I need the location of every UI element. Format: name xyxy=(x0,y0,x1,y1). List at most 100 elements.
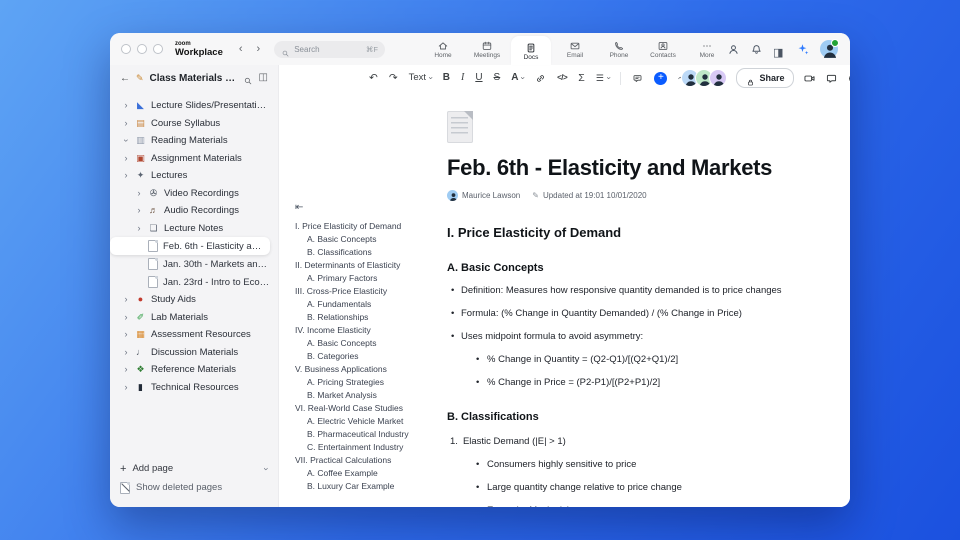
toc-item[interactable]: A. Basic Concepts xyxy=(295,233,441,246)
sidebar-folder-item[interactable]: › ✐ Lab Materials xyxy=(110,309,278,327)
tab-email[interactable]: Email xyxy=(555,33,595,65)
toc-item[interactable]: A. Electric Vehicle Market xyxy=(295,415,441,428)
toc-item[interactable]: VI. Real-World Case Studies xyxy=(295,402,441,415)
text-color-dropdown[interactable]: A › xyxy=(511,73,528,83)
chevron-right-icon[interactable]: › xyxy=(122,101,130,110)
close-window-button[interactable] xyxy=(121,44,131,54)
toc-item[interactable]: A. Pricing Strategies xyxy=(295,376,441,389)
sidebar-folder-item[interactable]: › ✦ Lectures xyxy=(110,167,278,185)
add-page-button[interactable]: + Add page › xyxy=(120,459,272,478)
sidebar-folder-item[interactable]: › ▤ Course Syllabus xyxy=(110,115,278,133)
sidebar-page-item[interactable]: Jan. 30th - Markets and P... xyxy=(110,255,278,273)
window-controls[interactable] xyxy=(121,44,163,54)
chevron-right-icon[interactable]: › xyxy=(122,382,130,392)
undo-icon[interactable]: ↶ xyxy=(369,73,378,84)
strikethrough-button[interactable]: S xyxy=(494,73,501,83)
sidebar-folder-item[interactable]: › ♩ Discussion Materials xyxy=(110,344,278,362)
chevron-right-icon[interactable]: › xyxy=(122,330,130,339)
link-icon[interactable] xyxy=(535,73,546,84)
insert-plus-button[interactable]: + xyxy=(654,71,668,85)
chevron-down-icon[interactable]: › xyxy=(262,467,272,470)
toc-item[interactable]: A. Fundamentals xyxy=(295,298,441,311)
globe-icon[interactable] xyxy=(847,72,850,85)
chevron-right-icon[interactable]: › xyxy=(122,295,130,304)
side-panel-toggle-icon[interactable]: ◨ xyxy=(773,43,786,58)
ai-companion-sparkle-icon[interactable] xyxy=(796,42,810,56)
sidebar-folder-item[interactable]: › ◣ Lecture Slides/Presentations xyxy=(110,97,278,115)
back-icon[interactable]: ← xyxy=(120,73,130,84)
sidebar-folder-item[interactable]: › ▣ Assignment Materials xyxy=(110,150,278,168)
toc-item[interactable]: B. Pharmaceutical Industry xyxy=(295,428,441,441)
show-deleted-pages-button[interactable]: Show deleted pages xyxy=(120,478,268,497)
toc-item[interactable]: B. Market Analysis xyxy=(295,389,441,402)
toc-item[interactable]: IV. Income Elasticity xyxy=(295,324,441,337)
sidebar-collapse-icon[interactable]: ◫ xyxy=(259,73,268,83)
sidebar-folder-item[interactable]: › ▮ Technical Resources xyxy=(110,379,278,397)
maximize-window-button[interactable] xyxy=(153,44,163,54)
toc-item[interactable]: A. Primary Factors xyxy=(295,272,441,285)
chevron-right-icon[interactable]: › xyxy=(135,206,143,215)
underline-button[interactable]: U xyxy=(475,73,482,83)
sidebar-folder-item[interactable]: › ▥ Reading Materials xyxy=(110,132,278,150)
text-style-dropdown[interactable]: Text › xyxy=(409,73,436,83)
chevron-right-icon[interactable]: › xyxy=(122,312,130,322)
bold-button[interactable]: B xyxy=(443,73,450,83)
sidebar-folder-item[interactable]: › ✇ Video Recordings xyxy=(110,185,278,203)
sidebar-folder-item[interactable]: › ❏ Lecture Notes xyxy=(110,220,278,238)
back-arrow-icon[interactable]: ‹ xyxy=(239,43,243,55)
chevron-right-icon[interactable]: › xyxy=(122,365,130,374)
hub-title[interactable]: Class Materials Hub xyxy=(150,73,237,84)
chevron-right-icon[interactable]: › xyxy=(122,153,130,163)
toc-item[interactable]: VII. Practical Calculations xyxy=(295,454,441,467)
toc-item[interactable]: A. Coffee Example xyxy=(295,467,441,480)
chevron-right-icon[interactable]: › xyxy=(122,347,130,357)
document-content[interactable]: Feb. 6th - Elasticity and Markets Mauric… xyxy=(447,91,819,507)
equation-button[interactable]: Σ xyxy=(578,73,585,84)
toc-item[interactable]: C. Entertainment Industry xyxy=(295,441,441,454)
tab-home[interactable]: Home xyxy=(423,33,463,65)
sidebar-page-item[interactable]: Feb. 6th - Elasticity and M... xyxy=(110,237,270,255)
user-avatar[interactable] xyxy=(820,39,839,58)
sidebar-search-icon[interactable] xyxy=(243,73,253,85)
toc-item[interactable]: B. Classifications xyxy=(295,246,441,259)
chevron-right-icon[interactable]: › xyxy=(122,118,130,128)
document-title[interactable]: Feb. 6th - Elasticity and Markets xyxy=(447,155,819,181)
sidebar-folder-item[interactable]: › ♬ Audio Recordings xyxy=(110,202,278,220)
toc-item[interactable]: V. Business Applications xyxy=(295,363,441,376)
tab-meetings[interactable]: Meetings xyxy=(467,33,507,65)
toc-item[interactable]: B. Luxury Car Example xyxy=(295,480,441,493)
list-align-dropdown[interactable]: ☰ › xyxy=(596,73,613,83)
toc-item[interactable]: III. Cross-Price Elasticity xyxy=(295,285,441,298)
tab-more[interactable]: More xyxy=(687,33,727,65)
toc-item[interactable]: II. Determinants of Elasticity xyxy=(295,259,441,272)
sidebar-page-item[interactable]: Jan. 23rd - Intro to Econo... xyxy=(110,273,278,291)
notifications-bell-icon[interactable] xyxy=(750,43,763,56)
toc-item[interactable]: A. Basic Concepts xyxy=(295,337,441,350)
forward-arrow-icon[interactable]: › xyxy=(257,43,261,55)
minimize-window-button[interactable] xyxy=(137,44,147,54)
toc-item[interactable]: I. Price Elasticity of Demand xyxy=(295,220,441,233)
toc-item[interactable]: B. Relationships xyxy=(295,311,441,324)
code-block-button[interactable]: </> xyxy=(557,74,568,82)
sidebar-folder-item[interactable]: › ❖ Reference Materials xyxy=(110,361,278,379)
chevron-right-icon[interactable]: › xyxy=(122,171,130,180)
redo-icon[interactable]: ↷ xyxy=(389,73,398,84)
toc-item[interactable]: B. Categories xyxy=(295,350,441,363)
sidebar-folder-item[interactable]: › ● Study Aids xyxy=(110,291,278,309)
video-call-icon[interactable] xyxy=(803,72,816,85)
global-search-input[interactable]: Search ⌘F xyxy=(274,40,385,58)
tab-docs[interactable]: Docs xyxy=(511,36,551,65)
tab-phone[interactable]: Phone xyxy=(599,33,639,65)
share-button[interactable]: Share xyxy=(736,68,795,88)
document-scroll-area[interactable]: ⇤ I. Price Elasticity of Demand A. Basic … xyxy=(279,91,850,507)
collaborator-avatar[interactable] xyxy=(709,69,728,87)
tab-contacts[interactable]: Contacts xyxy=(643,33,683,65)
italic-button[interactable]: I xyxy=(461,73,464,83)
chevron-right-icon[interactable]: › xyxy=(135,188,143,198)
sidebar-folder-item[interactable]: › ▦ Assessment Resources xyxy=(110,326,278,344)
chevron-right-icon[interactable]: › xyxy=(135,223,143,233)
outline-collapse-icon[interactable]: ⇤ xyxy=(295,202,303,213)
chat-bubble-icon[interactable] xyxy=(825,72,838,85)
chevron-down-icon[interactable]: › xyxy=(122,137,132,145)
profile-icon[interactable] xyxy=(727,43,740,56)
